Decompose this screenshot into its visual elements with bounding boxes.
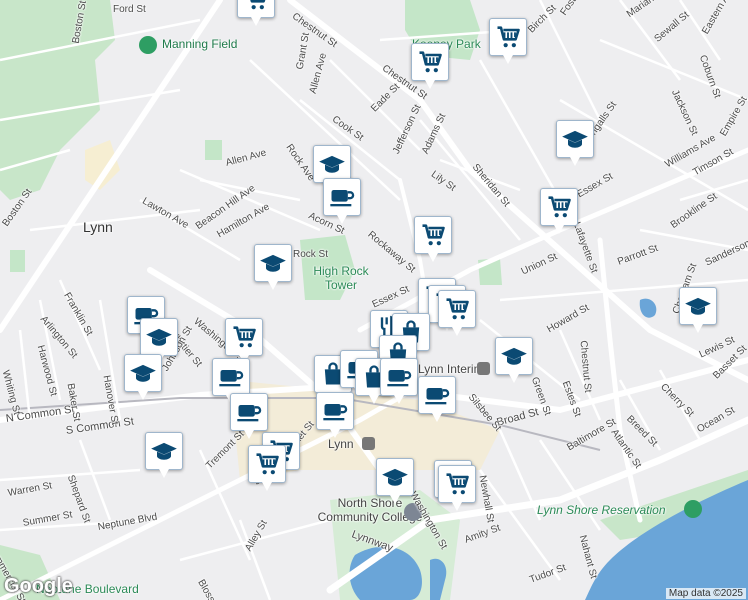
reservation-pin-icon[interactable] [684, 500, 702, 518]
coffee-marker[interactable] [380, 358, 418, 404]
grocery-marker[interactable] [248, 445, 286, 491]
grocery-marker[interactable] [225, 318, 263, 364]
education-marker[interactable] [254, 244, 292, 290]
education-marker[interactable] [145, 432, 183, 478]
education-marker[interactable] [556, 120, 594, 166]
coffee-marker[interactable] [418, 376, 456, 422]
grocery-marker[interactable] [489, 18, 527, 64]
grocery-marker[interactable] [438, 290, 476, 336]
city-label: Lynn [83, 219, 113, 235]
small-park-2 [10, 250, 25, 272]
map-attribution[interactable]: Map data ©2025 [665, 588, 746, 599]
manning-field-label[interactable]: Manning Field [162, 37, 237, 51]
grocery-marker[interactable] [414, 216, 452, 262]
grocery-marker[interactable] [237, 0, 275, 26]
education-marker[interactable] [495, 337, 533, 383]
education-marker[interactable] [679, 287, 717, 333]
grocery-marker[interactable] [411, 43, 449, 89]
education-marker[interactable] [140, 318, 178, 364]
high-rock-tower-label[interactable]: High Rock Tower [306, 264, 376, 292]
education-marker[interactable] [376, 458, 414, 504]
coffee-marker[interactable] [316, 392, 354, 438]
map-canvas[interactable]: Lynn Manning Field Keeney Park High Rock… [0, 0, 748, 600]
small-pond [639, 298, 657, 318]
coffee-marker[interactable] [323, 178, 361, 224]
google-logo[interactable]: Google [4, 575, 73, 598]
lynn-station-label[interactable]: Lynn [328, 437, 354, 451]
lynn-interim-label[interactable]: Lynn Interim [418, 362, 484, 376]
park-pin-icon[interactable] [139, 36, 157, 54]
coffee-marker[interactable] [212, 358, 250, 404]
coffee-marker[interactable] [230, 393, 268, 439]
street-label: Ford St [113, 4, 146, 15]
grocery-marker[interactable] [438, 465, 476, 511]
lynn-shore-reservation-label[interactable]: Lynn Shore Reservation [537, 503, 666, 517]
grocery-marker[interactable] [540, 188, 578, 234]
street-label: Rock St [293, 249, 329, 260]
education-marker[interactable] [124, 354, 162, 400]
station-transit-icon[interactable] [362, 437, 375, 450]
small-park [205, 140, 222, 160]
transit-icon[interactable] [477, 362, 490, 375]
park-clearing [85, 140, 120, 190]
